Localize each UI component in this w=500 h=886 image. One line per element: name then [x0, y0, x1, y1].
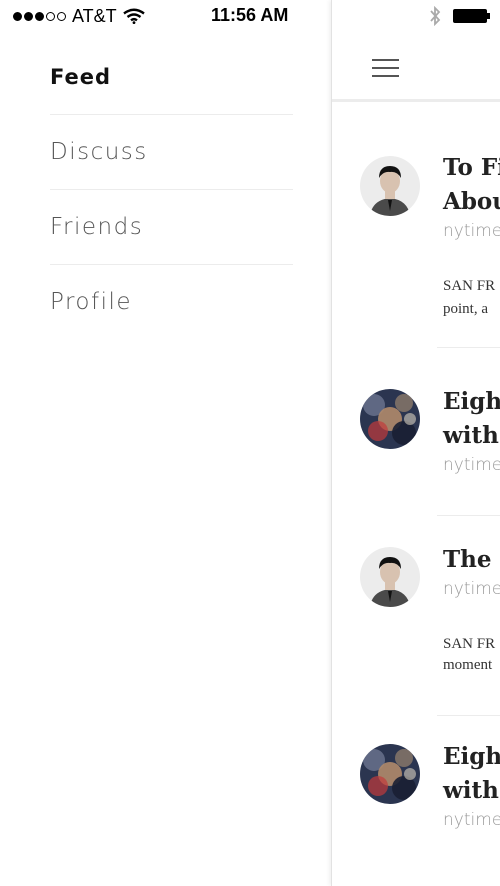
side-drawer: AT&T 11:56 AM Feed Discuss Friends Profi…	[0, 0, 331, 886]
card-divider	[437, 347, 500, 348]
card-source: nytimes	[443, 579, 500, 599]
signal-strength-icon	[13, 11, 66, 21]
card-excerpt-line: point, a	[443, 301, 488, 317]
card-source: nytimes	[443, 455, 500, 475]
card-title-line: Eigh	[443, 743, 500, 770]
person-avatar	[360, 547, 420, 607]
menu-item-label: Feed	[50, 65, 112, 89]
wifi-icon	[122, 8, 145, 24]
menu-item-label: Profile	[50, 289, 133, 315]
card-excerpt-line: SAN FR	[443, 278, 496, 294]
menu-item-label: Discuss	[50, 139, 148, 165]
menu-item-friends[interactable]: Friends	[50, 190, 293, 265]
hamburger-menu-icon[interactable]	[372, 59, 399, 77]
card-title-line: Abou	[443, 188, 500, 215]
card-excerpt-line: SAN FR	[443, 636, 496, 652]
card-divider	[437, 515, 500, 516]
battery-icon	[453, 9, 487, 23]
battery-tip	[487, 13, 490, 19]
card-title-line: Eigh	[443, 388, 500, 415]
card-excerpt-line: moment	[443, 657, 493, 673]
status-time: 11:56 AM	[211, 5, 289, 25]
card-source: nytimes	[443, 810, 500, 830]
card-title-line: To Fi	[443, 154, 500, 181]
status-bar-left: AT&T 11:56 AM	[0, 0, 331, 32]
feed-panel: To Fi Abou nytimes SAN FR point, a Eigh …	[331, 0, 500, 886]
menu-item-discuss[interactable]: Discuss	[50, 115, 293, 190]
menu-item-profile[interactable]: Profile	[50, 265, 293, 339]
card-divider	[437, 715, 500, 716]
person-avatar	[360, 156, 420, 216]
top-navigation-bar	[332, 32, 500, 102]
card-source: nytimes	[443, 221, 500, 241]
blurred-avatar	[360, 744, 420, 804]
drawer-menu: Feed Discuss Friends Profile	[50, 40, 293, 339]
bluetooth-icon	[430, 6, 441, 26]
menu-item-label: Friends	[50, 214, 144, 240]
card-title-line: The	[443, 546, 492, 573]
carrier-label: AT&T	[72, 5, 117, 26]
menu-item-feed[interactable]: Feed	[50, 40, 293, 115]
blurred-avatar	[360, 389, 420, 449]
card-title-line: with	[443, 777, 499, 804]
status-bar-right	[332, 0, 500, 32]
card-title-line: with	[443, 422, 499, 449]
